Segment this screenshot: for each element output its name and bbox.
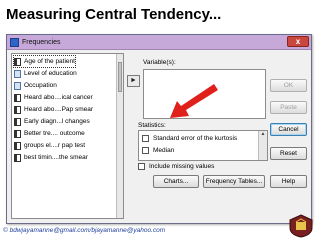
annotation-arrow-icon — [170, 84, 218, 118]
scale-variable-icon — [14, 57, 21, 66]
ordinal-variable-icon — [14, 69, 21, 78]
checkbox[interactable] — [142, 146, 149, 154]
statistics-scrollbar[interactable]: ▲ — [258, 131, 267, 160]
charts-button[interactable]: Charts... — [153, 175, 199, 188]
close-button[interactable]: x — [287, 36, 309, 47]
list-item[interactable]: Heard abo....ical cancer — [14, 92, 93, 103]
list-item[interactable]: Heard abo....Pap smear — [14, 104, 93, 115]
variable-source-list[interactable]: Age of the patient Level of education Oc… — [11, 53, 124, 219]
dialog-title: Frequencies — [22, 38, 61, 46]
scale-variable-icon — [14, 153, 21, 162]
list-item[interactable]: Level of education — [14, 68, 77, 79]
slide-title: Measuring Central Tendency... — [6, 6, 222, 23]
list-item[interactable]: Median — [142, 145, 174, 155]
list-item[interactable]: best timin....the smear — [14, 152, 88, 163]
nominal-variable-icon — [14, 81, 21, 90]
paste-button[interactable]: Paste — [270, 101, 307, 114]
frequency-tables-button[interactable]: Frequency Tables... — [203, 175, 265, 188]
university-logo-icon — [289, 214, 313, 238]
spss-app-icon — [10, 37, 19, 47]
list-item[interactable]: Better tre.... outcome — [14, 128, 85, 139]
footer-contact: © bdwjayamanne@gmail.com/bjayamanne@yaho… — [3, 227, 166, 234]
statistics-label: Statistics: — [138, 122, 166, 129]
scale-variable-icon — [14, 129, 21, 138]
cancel-button[interactable]: Cancel — [270, 123, 307, 136]
variable-list-scrollbar[interactable] — [116, 54, 123, 218]
list-item[interactable]: Early diagn...l changes — [14, 116, 90, 127]
scale-variable-icon — [14, 105, 21, 114]
statistics-list[interactable]: Standard error of the kurtosis Median ▲ — [138, 130, 268, 161]
checkbox[interactable] — [142, 134, 149, 142]
move-variable-button[interactable]: ► — [127, 75, 140, 87]
scale-variable-icon — [14, 93, 21, 102]
include-missing-option[interactable]: Include missing values — [138, 163, 214, 170]
ok-button[interactable]: OK — [270, 79, 307, 92]
reset-button[interactable]: Reset — [270, 147, 307, 160]
list-item[interactable]: Age of the patient — [13, 55, 76, 68]
frequencies-dialog: Frequencies x Age of the patient Level o… — [6, 34, 312, 224]
variables-label: Variable(s): — [143, 59, 176, 66]
include-missing-checkbox[interactable] — [138, 163, 145, 170]
scale-variable-icon — [14, 141, 21, 150]
list-item[interactable]: Occupation — [14, 80, 57, 91]
scale-variable-icon — [14, 117, 21, 126]
list-item[interactable]: groups el....r pap test — [14, 140, 85, 151]
dialog-titlebar[interactable]: Frequencies x — [7, 35, 311, 50]
list-item[interactable]: Standard error of the kurtosis — [142, 133, 237, 143]
help-button[interactable]: Help — [270, 175, 307, 188]
scrollbar-thumb[interactable] — [118, 62, 122, 92]
